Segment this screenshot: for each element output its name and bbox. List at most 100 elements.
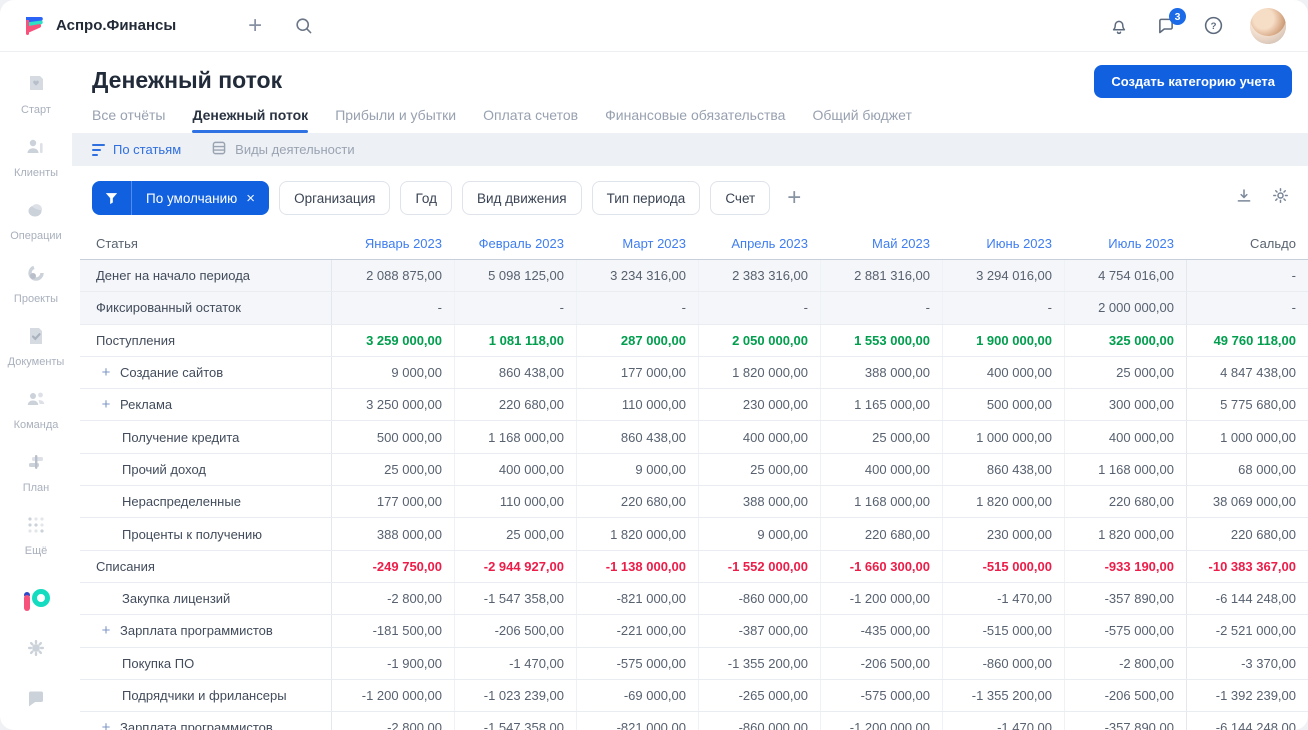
column-header-month[interactable]: Май 2023 — [820, 228, 942, 259]
search-icon[interactable] — [294, 16, 313, 35]
month-value-cell: 9 000,00 — [576, 453, 698, 486]
user-avatar[interactable] — [1250, 7, 1286, 44]
month-value-cell: -1 470,00 — [454, 647, 576, 679]
saldo-value-cell: 68 000,00 — [1186, 453, 1308, 486]
month-value-cell: -1 470,00 — [942, 582, 1064, 615]
sidebar-item-label: Проекты — [13, 293, 59, 305]
tab-Общий бюджет[interactable]: Общий бюджет — [812, 107, 911, 133]
month-value-cell: 860 438,00 — [942, 453, 1064, 486]
filter-chip-Организация[interactable]: Организация — [279, 181, 391, 215]
month-value-cell: -933 190,00 — [1064, 550, 1186, 582]
saldo-value-cell: 49 760 118,00 — [1186, 324, 1308, 356]
settings-gear-icon[interactable] — [25, 637, 47, 664]
add-filter-icon[interactable]: + — [787, 186, 801, 210]
sidebar-item-Старт[interactable]: Старт — [8, 72, 65, 116]
month-value-cell: -249 750,00 — [372, 558, 442, 574]
tab-Все отчёты[interactable]: Все отчёты — [92, 107, 165, 133]
filter-chip-Счет[interactable]: Счет — [710, 181, 771, 215]
month-value-cell: 1 000 000,00 — [942, 421, 1064, 453]
sidebar-item-Проекты[interactable]: Проекты — [8, 261, 65, 305]
tab-Оплата счетов[interactable]: Оплата счетов — [483, 107, 578, 133]
tab-Финансовые обязательства[interactable]: Финансовые обязательства — [605, 107, 785, 133]
table-row: + Реклама 3 250 000,00 220 680,00 110 000,00… — [80, 389, 1308, 422]
support-chat-icon[interactable] — [25, 688, 47, 714]
sidebar-item-Клиенты[interactable]: Клиенты — [8, 135, 65, 179]
view-mode-По статьям[interactable]: По статьям — [92, 142, 181, 157]
messages-badge: 3 — [1169, 8, 1186, 25]
month-value-cell: -1 547 358,00 — [454, 712, 576, 730]
filter-chip-Год[interactable]: Год — [400, 181, 452, 215]
month-value-cell: -2 944 927,00 — [454, 550, 576, 582]
help-icon[interactable]: ? — [1203, 15, 1224, 36]
month-value-cell: 110 000,00 — [454, 486, 576, 518]
column-header-month[interactable]: Февраль 2023 — [454, 228, 576, 259]
expand-row-icon[interactable]: + — [100, 397, 112, 412]
expand-row-icon[interactable]: + — [100, 623, 112, 638]
sidebar-item-План[interactable]: План — [8, 450, 65, 494]
month-value-cell: -1 552 000,00 — [698, 550, 820, 582]
month-value-cell: 1 165 000,00 — [820, 389, 942, 421]
saldo-value-cell: 1 000 000,00 — [1186, 421, 1308, 453]
month-value-cell: -1 900,00 — [387, 655, 442, 671]
export-download-icon[interactable] — [1235, 187, 1253, 210]
month-value-cell: - — [942, 292, 1064, 324]
row-label-cell: Получение кредита — [80, 421, 332, 453]
table-row: + Создание сайтов 9 000,00 860 438,00 177 00… — [80, 356, 1308, 390]
create-category-button[interactable]: Создать категорию учета — [1094, 65, 1292, 98]
month-value-cell: -435 000,00 — [820, 615, 942, 647]
sidebar-item-Команда[interactable]: Команда — [8, 387, 65, 431]
month-value-cell: 1 900 000,00 — [942, 324, 1064, 356]
quick-add-icon[interactable]: + — [248, 13, 262, 38]
row-label: Зарплата программистов — [120, 623, 273, 639]
month-value-cell: -1 547 358,00 — [454, 582, 576, 615]
column-header-month[interactable]: Июль 2023 — [1064, 228, 1186, 259]
month-value-cell: 860 438,00 — [454, 356, 576, 389]
month-value-cell: - — [437, 300, 442, 316]
view-mode-Виды деятельности[interactable]: Виды деятельности — [211, 140, 355, 159]
sidebar-item-Операции[interactable]: Операции — [8, 198, 65, 242]
sidebar-item-Ещё[interactable]: Ещё — [8, 513, 65, 557]
active-filter-default[interactable]: По умолчанию × — [92, 181, 270, 215]
messages-icon[interactable]: 3 — [1155, 8, 1186, 36]
month-value-cell: -515 000,00 — [942, 615, 1064, 647]
month-value-cell: 287 000,00 — [576, 324, 698, 356]
tab-Прибыли и убытки[interactable]: Прибыли и убытки — [335, 107, 456, 133]
table-row: + Зарплата программистов -181 500,00 -206 5… — [80, 615, 1308, 648]
column-header-month[interactable]: Январь 2023 — [332, 228, 454, 259]
sidebar-item-label: Клиенты — [13, 167, 59, 179]
saldo-value-cell: -6 144 248,00 — [1186, 712, 1308, 730]
column-header-month[interactable]: Март 2023 — [576, 228, 698, 259]
row-label: Реклама — [120, 397, 173, 413]
row-label-cell: + Зарплата программистов — [80, 712, 332, 730]
row-label: Фиксированный остаток — [96, 300, 241, 316]
clear-filter-icon[interactable]: × — [246, 191, 255, 206]
row-label: Зарплата программистов — [120, 720, 273, 730]
table-row: Закупка лицензий -2 800,00 -1 547 358,00 -8… — [80, 582, 1308, 616]
month-value-cell: -1 138 000,00 — [576, 550, 698, 582]
filter-chip-Тип периода[interactable]: Тип периода — [591, 181, 701, 215]
month-value-cell: 300 000,00 — [1064, 389, 1186, 421]
row-label: Подрядчики и фрилансеры — [122, 688, 287, 703]
filter-funnel-icon[interactable] — [92, 181, 132, 215]
notifications-bell-icon[interactable] — [1109, 15, 1129, 37]
month-value-cell: 400 000,00 — [820, 453, 942, 486]
month-value-cell: 1 820 000,00 — [576, 518, 698, 550]
table-settings-gear-icon[interactable] — [1271, 186, 1290, 210]
column-header-month[interactable]: Июнь 2023 — [942, 228, 1064, 259]
sidebar-item-Документы[interactable]: Документы — [8, 324, 64, 368]
brand[interactable]: Аспро.Финансы — [22, 14, 176, 38]
month-value-cell: - — [576, 292, 698, 324]
month-value-cell: - — [454, 292, 576, 324]
sidebar-item-label: Старт — [21, 104, 51, 116]
month-value-cell: -515 000,00 — [942, 550, 1064, 582]
tab-Денежный поток[interactable]: Денежный поток — [192, 107, 308, 133]
expand-row-icon[interactable]: + — [100, 720, 112, 730]
column-header-month[interactable]: Апрель 2023 — [698, 228, 820, 259]
filter-chip-Вид движения[interactable]: Вид движения — [461, 181, 582, 215]
more-icon — [24, 513, 48, 542]
aspro-cloud-logo-icon[interactable] — [22, 587, 50, 613]
expand-row-icon[interactable]: + — [100, 365, 112, 380]
row-label-cell: Списания — [80, 550, 332, 582]
month-value-cell: 2 088 875,00 — [366, 268, 442, 284]
row-label: Получение кредита — [122, 429, 240, 445]
